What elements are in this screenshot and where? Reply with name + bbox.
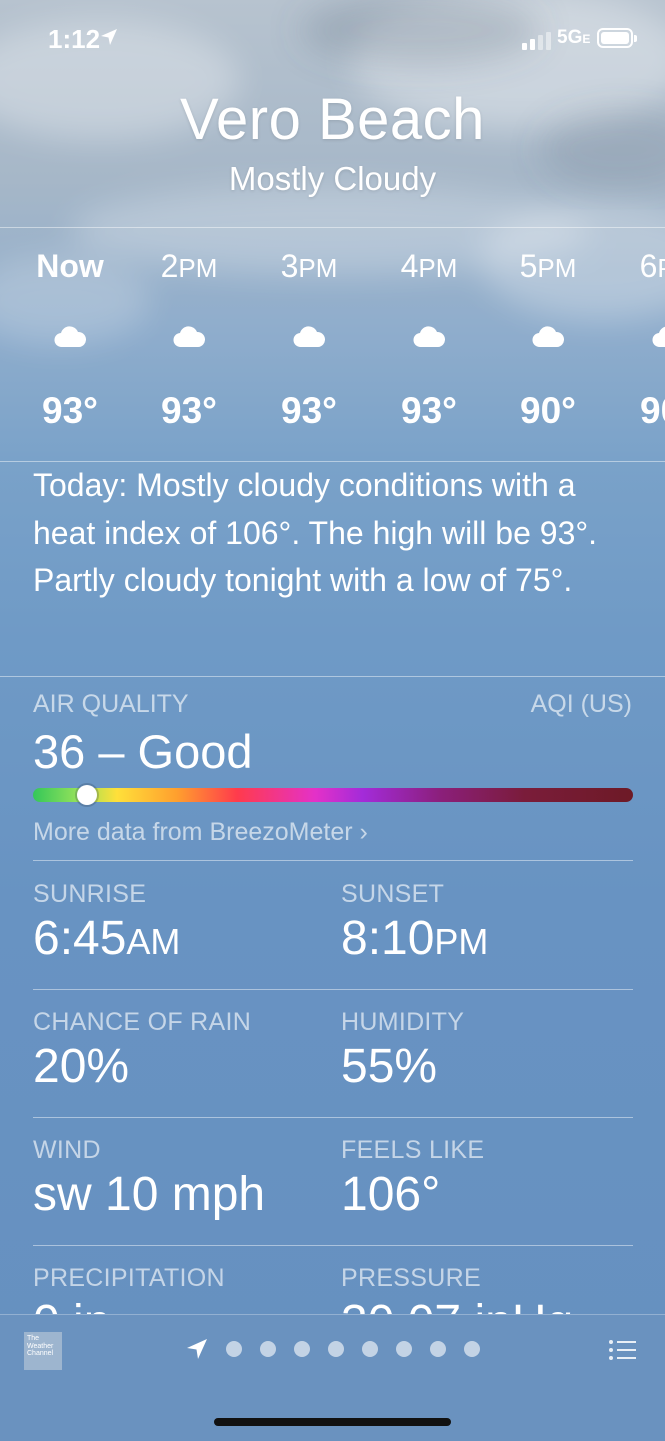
status-bar: 1:12 5GE [0,0,665,80]
sunset-value: 8:10PM [341,912,489,965]
cloud-icon [54,326,86,348]
hour-time: 2PM [160,248,218,284]
daily-summary: Today: Mostly cloudy conditions with a h… [33,467,598,598]
hourly-item: 6PM 90° [608,228,665,460]
city-list-icon[interactable] [608,1338,636,1362]
sunset-cell: SUNSET 8:10PM [341,880,488,966]
city-name: Vero Beach [180,87,485,152]
signal-strength-icon [522,32,551,50]
precipitation-cell: PRECIPITATION 0 in [33,1264,225,1314]
details-scroll-area[interactable]: PRECIPITATION 0 in PRESSURE 30.07 inHg [0,1262,665,1314]
hour-temp: 93° [281,390,337,431]
aqi-scale-label: AQI (US) [530,690,632,718]
hourly-item: 5PM 90° [488,228,608,460]
page-dot[interactable] [430,1341,446,1357]
hour-temp: 93° [161,390,217,431]
sunrise-cell: SUNRISE 6:45AM [33,880,180,966]
cloud-icon [652,326,665,348]
feels-like-label: FEELS LIKE [341,1136,485,1164]
pressure-value: 30.07 inHg [341,1295,573,1314]
pressure-label: PRESSURE [341,1264,481,1292]
hour-time: 5PM [519,248,577,284]
current-condition: Mostly Cloudy [228,160,437,197]
hourly-item: 2PM 93° [129,228,249,460]
cloud-icon [293,326,325,348]
current-location-icon[interactable] [186,1338,208,1360]
location-arrow-icon [101,29,117,45]
network-type: 5GE [557,27,591,48]
home-indicator[interactable] [214,1418,451,1426]
divider [33,989,633,990]
sunset-label: SUNSET [341,880,445,908]
divider [33,1117,633,1118]
weather-channel-logo[interactable]: The Weather Channel [24,1332,62,1370]
divider [0,676,665,677]
chance-of-rain-value: 20% [33,1040,130,1093]
cloud-icon [532,326,564,348]
page-dot[interactable] [328,1341,344,1357]
cloud-icon [173,326,205,348]
pressure-cell: PRESSURE 30.07 inHg [341,1264,573,1314]
aqi-indicator [77,785,97,805]
wind-label: WIND [33,1136,101,1164]
aqi-gradient-bar [33,788,633,802]
divider [33,860,633,861]
page-dot[interactable] [464,1341,480,1357]
air-quality-value: 36 – Good [33,725,253,778]
feels-like-cell: FEELS LIKE 106° [341,1136,484,1222]
hour-temp: 90° [640,390,665,431]
hour-time: 6PM [639,248,665,284]
chance-of-rain-label: CHANCE OF RAIN [33,1008,252,1036]
breezometer-link[interactable]: More data from BreezoMeter › [33,818,368,847]
air-quality-label: AIR QUALITY [33,690,189,718]
page-indicator[interactable] [186,1338,480,1360]
chance-of-rain-cell: CHANCE OF RAIN 20% [33,1008,251,1094]
cloud-icon [413,326,445,348]
feels-like-value: 106° [341,1168,441,1221]
wind-value: sw 10 mph [33,1168,266,1221]
hourly-item: Now 93° [10,228,130,460]
page-dot[interactable] [294,1341,310,1357]
humidity-label: HUMIDITY [341,1008,465,1036]
sunrise-value: 6:45AM [33,912,181,965]
wind-cell: WIND sw 10 mph [33,1136,265,1222]
hour-temp: 90° [520,390,576,431]
humidity-cell: HUMIDITY 55% [341,1008,464,1094]
hourly-item: 3PM 93° [249,228,369,460]
divider [33,1245,633,1246]
hour-time: 3PM [280,248,338,284]
status-time: 1:12 [48,24,101,54]
page-dot[interactable] [396,1341,412,1357]
precipitation-label: PRECIPITATION [33,1264,225,1292]
battery-icon [597,28,637,48]
humidity-value: 55% [341,1040,438,1093]
sunrise-label: SUNRISE [33,880,147,908]
hour-temp: 93° [401,390,457,431]
hour-temp: 93° [42,390,98,431]
hour-time: 4PM [400,248,458,284]
hour-time: Now [36,248,104,284]
page-dot[interactable] [260,1341,276,1357]
precipitation-value: 0 in [33,1295,225,1314]
hourly-forecast[interactable]: Now 93° 2PM 93° 3PM 93° 4PM 93° 5PM 90° … [0,228,665,460]
page-dot[interactable] [362,1341,378,1357]
page-dot[interactable] [226,1341,242,1357]
hourly-item: 4PM 93° [369,228,489,460]
